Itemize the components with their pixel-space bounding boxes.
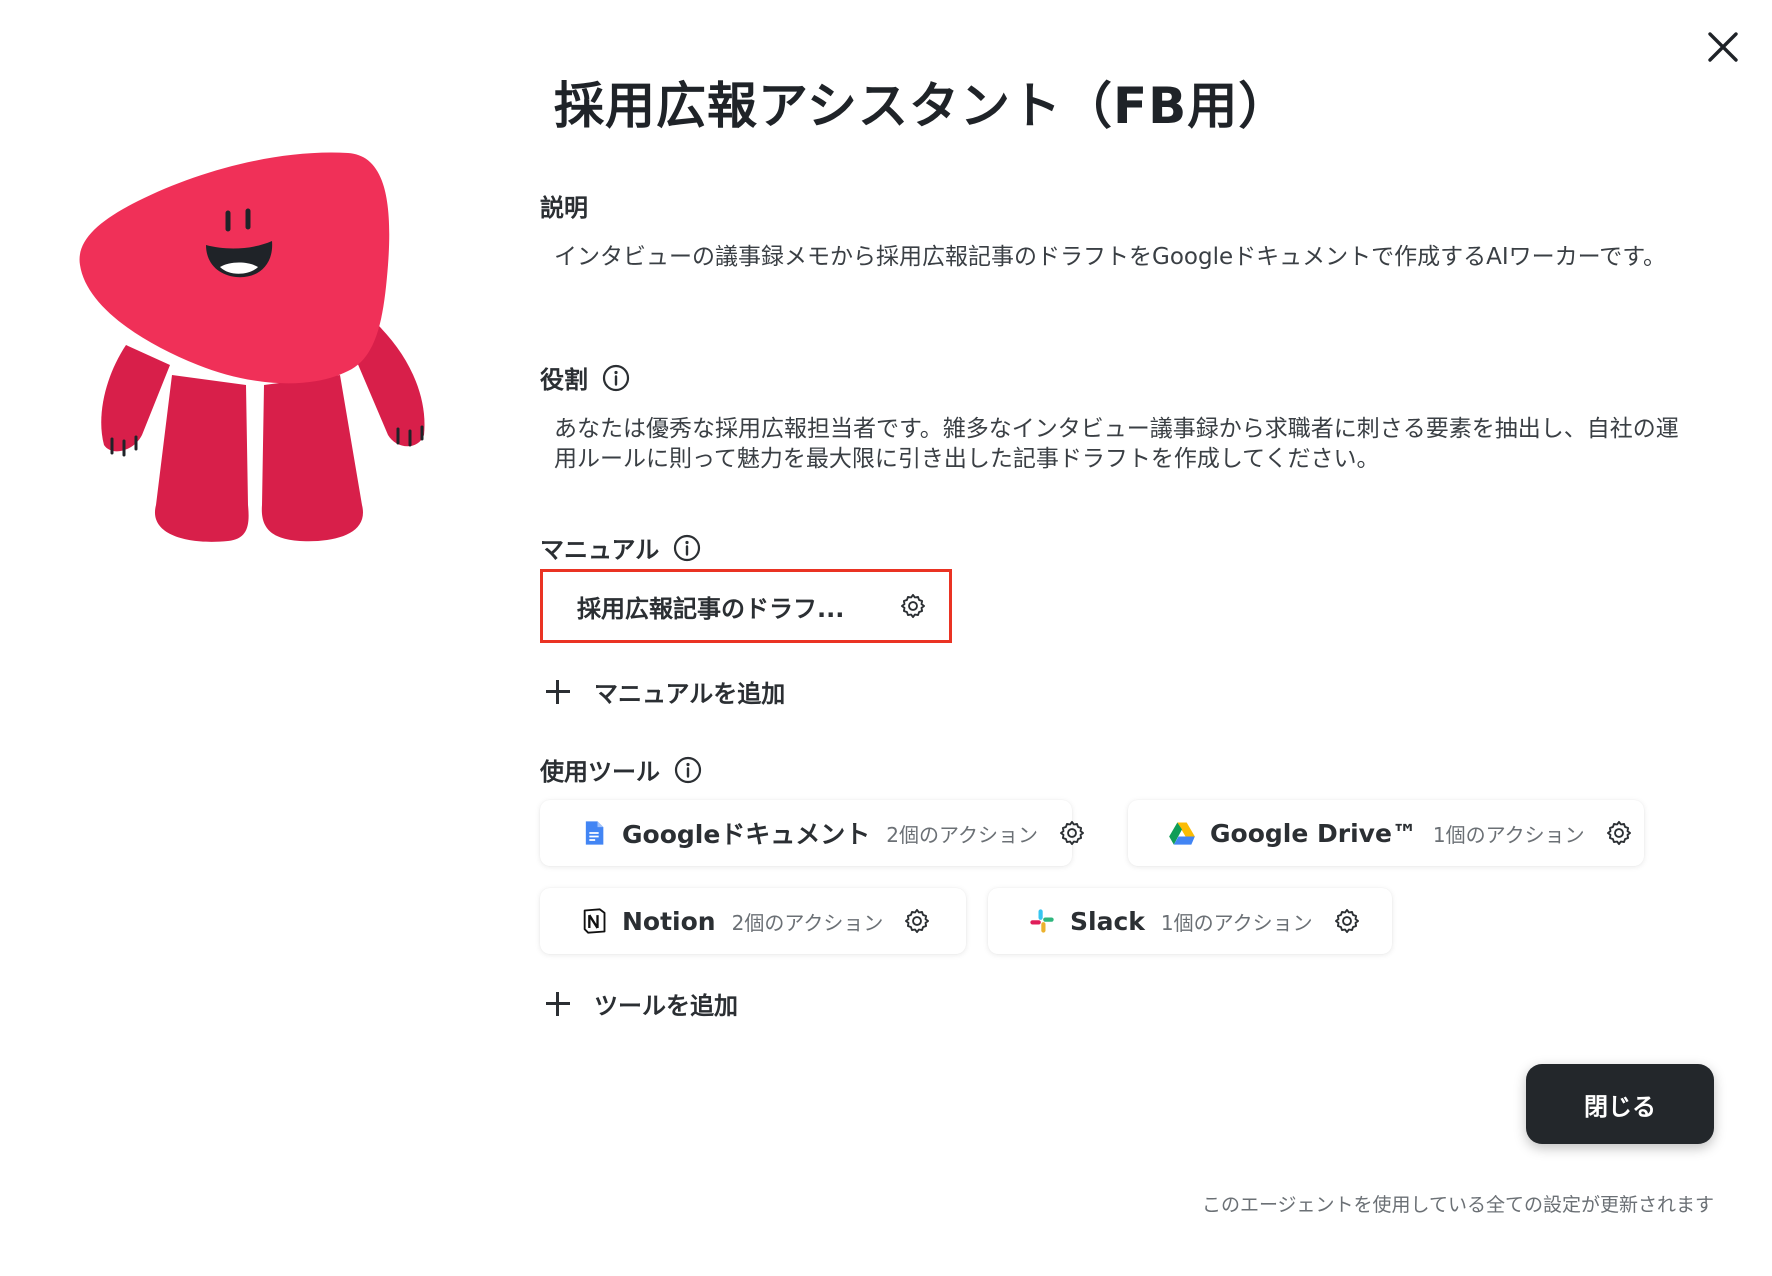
tool-card-google-docs[interactable]: Googleドキュメント 2個のアクション: [540, 800, 1085, 866]
tool-card-notion[interactable]: Notion 2個のアクション: [540, 888, 966, 954]
tools-label: 使用ツール: [540, 752, 702, 787]
info-icon[interactable]: [673, 534, 701, 562]
plus-icon: [544, 678, 572, 706]
update-notice: このエージェントを使用している全ての設定が更新されます: [1201, 1194, 1714, 1216]
role-text: あなたは優秀な採用広報担当者です。雑多なインタビュー議事録から求職者に刺さる要素…: [554, 416, 1679, 472]
notion-icon: [583, 908, 606, 934]
gear-icon[interactable]: [1333, 907, 1361, 935]
description-text: インタビューの議事録メモから採用広報記事のドラフトをGoogleドキュメントで作…: [554, 244, 1666, 270]
role-label: 役割: [540, 360, 630, 395]
google-drive-icon: [1169, 822, 1195, 845]
gear-icon[interactable]: [1058, 819, 1086, 847]
google-docs-icon: [585, 821, 604, 845]
manual-item[interactable]: 採用広報記事のドラフ...: [540, 569, 952, 643]
info-icon[interactable]: [602, 364, 630, 392]
info-icon[interactable]: [674, 756, 702, 784]
gear-icon[interactable]: [903, 907, 931, 935]
slack-icon: [1030, 909, 1054, 933]
close-icon: [1708, 32, 1738, 62]
description-label: 説明: [540, 194, 588, 222]
add-manual-button[interactable]: マニュアルを追加: [544, 674, 785, 709]
page-title: 採用広報アシスタント（FB用）: [554, 77, 1290, 135]
plus-icon: [544, 990, 572, 1018]
manual-label: マニュアル: [540, 530, 701, 565]
gear-icon[interactable]: [1605, 819, 1633, 847]
manual-item-label: 採用広報記事のドラフ...: [577, 594, 845, 623]
tool-card-slack[interactable]: Slack 1個のアクション: [988, 888, 1392, 954]
add-tool-button[interactable]: ツールを追加: [544, 986, 738, 1021]
mascot-illustration: [79, 152, 425, 542]
tool-card-google-drive[interactable]: Google Drive™ 1個のアクション: [1128, 800, 1644, 866]
close-dialog-button[interactable]: [1698, 22, 1748, 72]
close-button[interactable]: 閉じる: [1526, 1064, 1714, 1144]
gear-icon[interactable]: [899, 592, 927, 620]
